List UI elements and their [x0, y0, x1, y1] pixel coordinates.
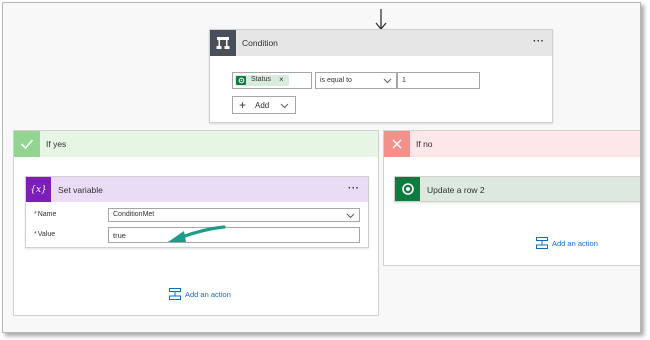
if-no-branch: If no Update a row 2 Add an action: [383, 130, 640, 266]
variable-value: true: [113, 231, 126, 240]
variable-name-value: ConditionMet: [113, 211, 155, 218]
condition-title: Condition: [242, 38, 278, 48]
if-yes-add-action-label: Add an action: [185, 289, 231, 299]
add-button-label: Add: [255, 101, 270, 110]
if-no-add-action-label: Add an action: [552, 238, 598, 248]
set-variable-title: Set variable: [58, 185, 103, 195]
name-field-label: *Name: [34, 211, 57, 218]
chevron-down-icon: [383, 78, 392, 84]
status-token-label: Status: [251, 76, 271, 83]
condition-left-operand[interactable]: Status ×: [232, 72, 312, 89]
dataverse-icon: [236, 76, 246, 85]
update-row-card[interactable]: Update a row 2: [394, 176, 640, 202]
condition-header[interactable]: Condition ···: [210, 30, 552, 56]
if-yes-add-action-button[interactable]: Add an action: [169, 288, 231, 300]
if-no-header[interactable]: If no: [384, 131, 640, 157]
condition-value-input[interactable]: 1: [397, 72, 480, 89]
variable-name-select[interactable]: ConditionMet: [108, 208, 360, 222]
value-field-label: *Value: [34, 231, 56, 238]
variable-value-input[interactable]: true: [108, 227, 360, 243]
set-variable-header[interactable]: {x} Set variable ···: [26, 177, 368, 202]
if-yes-branch: If yes {x} Set variable ··· *Name Condit…: [13, 130, 379, 316]
plus-icon: +: [239, 98, 247, 112]
condition-icon: [210, 30, 236, 56]
operator-select[interactable]: is equal to: [315, 72, 397, 89]
set-variable-card: {x} Set variable ··· *Name ConditionMet …: [25, 176, 369, 248]
chevron-down-icon: [346, 213, 355, 219]
annotation-arrow-icon: [168, 225, 226, 242]
condition-value: 1: [402, 77, 406, 84]
connector-arrow-icon: [375, 9, 387, 31]
add-condition-button[interactable]: + Add: [232, 96, 296, 114]
condition-card: Condition ··· Status × is equal to 1 + A…: [209, 29, 553, 123]
if-no-add-action-button[interactable]: Add an action: [536, 237, 598, 249]
if-yes-header[interactable]: If yes: [14, 131, 378, 157]
add-action-icon: [536, 237, 548, 249]
update-row-title: Update a row 2: [427, 185, 485, 195]
if-yes-title: If yes: [46, 139, 67, 149]
close-icon: [384, 131, 410, 157]
remove-token-icon[interactable]: ×: [279, 75, 284, 84]
update-row-header[interactable]: Update a row 2: [395, 177, 640, 201]
dataverse-icon: [395, 177, 420, 201]
add-action-icon: [169, 288, 181, 300]
flow-canvas: Condition ··· Status × is equal to 1 + A…: [2, 2, 641, 333]
operator-value: is equal to: [320, 77, 352, 84]
if-no-title: If no: [416, 139, 433, 149]
set-variable-more-menu-icon[interactable]: ···: [348, 183, 360, 194]
status-token[interactable]: Status ×: [235, 75, 289, 86]
condition-more-menu-icon[interactable]: ···: [533, 36, 545, 47]
chevron-down-icon: [280, 103, 289, 109]
variable-icon: {x}: [26, 177, 51, 202]
check-icon: [14, 131, 40, 157]
